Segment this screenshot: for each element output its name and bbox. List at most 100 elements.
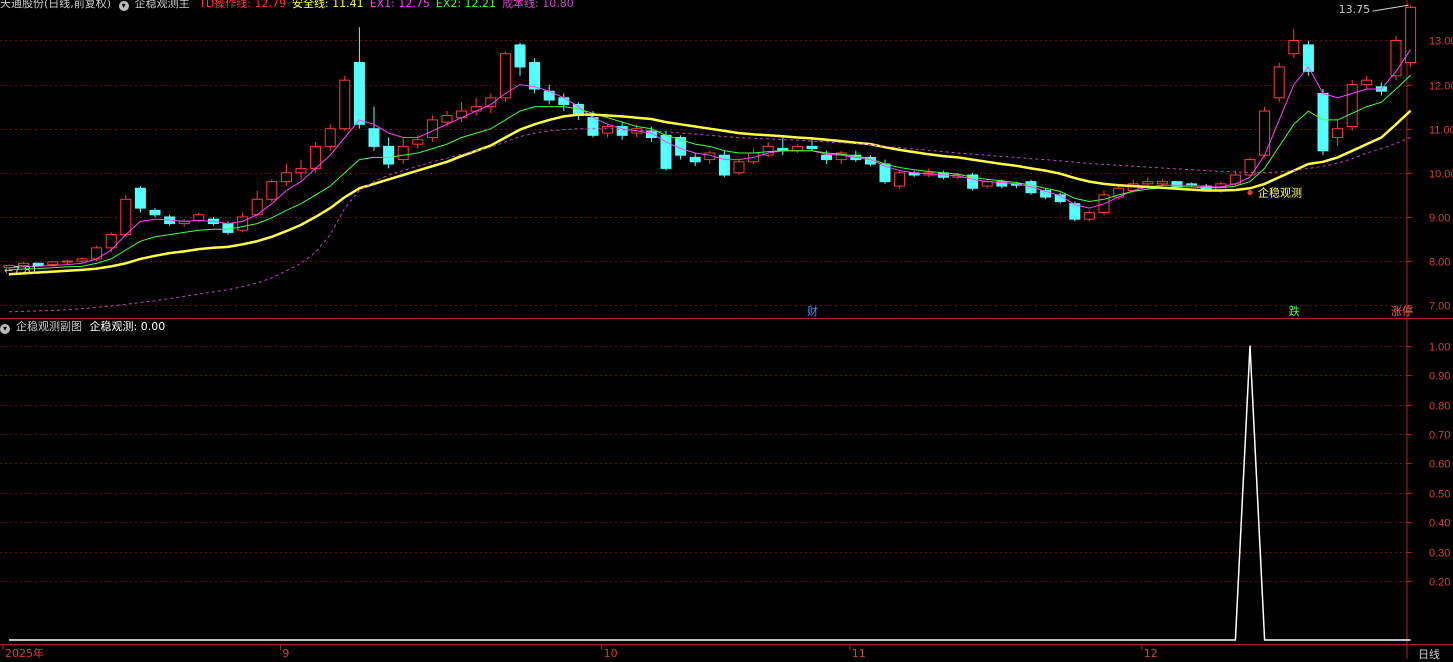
indicator-value-4: 成本线: 10.80 (502, 0, 574, 10)
sub-y-tick-label: 0.50 (1429, 489, 1450, 501)
main-y-tick-label: 12.00 (1429, 81, 1453, 93)
candle-up (1259, 106, 1271, 158)
candle-up (324, 124, 336, 151)
x-tick-label: 10 (604, 647, 618, 659)
candle-up (266, 179, 278, 202)
x-tick-label: 12 (1144, 647, 1158, 659)
sub-y-tick-label: 0.70 (1429, 430, 1450, 442)
candle-body (353, 62, 365, 125)
min-price-label: ←7.81 (4, 264, 38, 277)
candle-body (383, 145, 395, 165)
sub-y-tick-label: 0.60 (1429, 459, 1450, 471)
candle-up (1346, 80, 1358, 131)
background (0, 0, 1453, 659)
indicator-value-0: 企稳观测: 0.00 (89, 320, 166, 333)
candle-body (222, 223, 234, 233)
candle-body (295, 167, 307, 174)
candle-body (529, 62, 541, 90)
candle-body (61, 260, 73, 263)
event-marker: 财 (807, 304, 818, 318)
sub-y-tick-label: 0.30 (1429, 548, 1450, 560)
candle-up (426, 115, 438, 142)
period-label[interactable]: 日线 (1418, 646, 1440, 662)
main-chart-header: 天通股份(日线,前复权) ▾ 企稳观测主 TD操作线: 12.79 安全线: 11.… (0, 0, 586, 11)
x-tick-label: 9 (282, 647, 289, 659)
candle-up (1244, 157, 1256, 178)
main-y-tick-label: 9.00 (1429, 213, 1450, 225)
candle-body (894, 172, 906, 187)
main-y-tick-label: 10.00 (1429, 169, 1453, 181)
indicator-value-3: EX2: 12.21 (435, 0, 497, 10)
candle-body (280, 172, 292, 183)
candle-body (193, 214, 205, 221)
candle-body (1273, 66, 1285, 99)
main-y-tick-label: 7.00 (1429, 301, 1450, 313)
candle-up (339, 75, 351, 131)
candle-body (47, 261, 59, 266)
indicator-value-0: TD操作线: 12.79 (199, 0, 286, 10)
candle-down (1317, 89, 1329, 156)
event-marker: 跌 (1289, 304, 1300, 318)
signal-dot (1247, 190, 1253, 196)
max-price-label: 13.75 (1339, 3, 1371, 16)
candle-body (339, 79, 351, 130)
indicator-value-1: 安全线: 11.41 (291, 0, 364, 10)
candle-body (134, 187, 146, 209)
candle-up (733, 159, 745, 176)
signal-label: 企稳观测 (1258, 186, 1302, 200)
candle-body (266, 181, 278, 200)
candle-body (1069, 203, 1081, 220)
sub-indicator-name: 企稳观测副图 (16, 320, 82, 333)
candle-body (1317, 92, 1329, 152)
sub-y-tick-label: 0.80 (1429, 401, 1450, 413)
candle-body (1332, 128, 1344, 139)
candle-body (1142, 181, 1154, 185)
candle-body (1361, 79, 1373, 86)
candle-body (602, 126, 614, 134)
candle-down (1171, 181, 1183, 187)
candle-body (397, 145, 409, 161)
candle-body (645, 130, 657, 139)
candle-up (894, 170, 906, 189)
candle-up (1273, 62, 1285, 103)
sub-y-tick-label: 0.40 (1429, 518, 1450, 530)
candle-body (1390, 39, 1402, 77)
main-indicator-name: 企稳观测主 (134, 0, 190, 10)
main-y-tick-label: 13.00 (1429, 36, 1453, 48)
candle-body (324, 128, 336, 147)
sub-y-tick-label: 0.90 (1429, 371, 1450, 383)
candle-body (456, 110, 468, 119)
candle-up (1405, 5, 1417, 67)
indicator-value-2: EX1: 12.75 (369, 0, 430, 10)
candle-body (441, 114, 453, 123)
candle-body (426, 119, 438, 139)
event-marker: 涨停 (1391, 304, 1413, 318)
main-y-tick-label: 8.00 (1429, 257, 1450, 269)
candle-up (1390, 36, 1402, 81)
candle-body (821, 154, 833, 161)
candle-down (134, 186, 146, 213)
indicator-toggle-icon[interactable]: ▾ (118, 1, 129, 11)
candle-down (967, 172, 979, 191)
candle-body (1156, 181, 1168, 185)
chart-canvas[interactable]: 13.00 12.00 11.00 10.00 9.00 8.00 7.00 1.00 0.90… (0, 0, 1453, 659)
candle-body (412, 139, 424, 145)
sub-indicator-toggle-icon[interactable]: ▾ (0, 324, 10, 334)
candle-body (1259, 110, 1271, 156)
candle-body (791, 145, 803, 152)
candle-body (76, 258, 88, 262)
candle-body (1288, 39, 1300, 55)
x-tick-label: 11 (852, 647, 866, 659)
candle-up (499, 51, 511, 103)
main-indicator-values: TD操作线: 12.79 安全线: 11.41 EX1: 12.75 EX2: 12.… (199, 0, 580, 10)
sub-y-tick-label: 1.00 (1429, 342, 1450, 354)
candle-body (120, 198, 132, 236)
sub-chart-header: ▾ 企稳观测副图 企稳观测: 0.00 (0, 320, 177, 334)
candle-body (514, 44, 526, 68)
candle-body (368, 128, 380, 147)
sub-indicator-values: 企稳观测: 0.00 (90, 320, 172, 333)
candle-down (718, 150, 730, 178)
sub-y-tick-label: 0.20 (1429, 577, 1450, 589)
candle-body (149, 209, 161, 216)
x-tick-label: 2025年 (5, 646, 44, 659)
